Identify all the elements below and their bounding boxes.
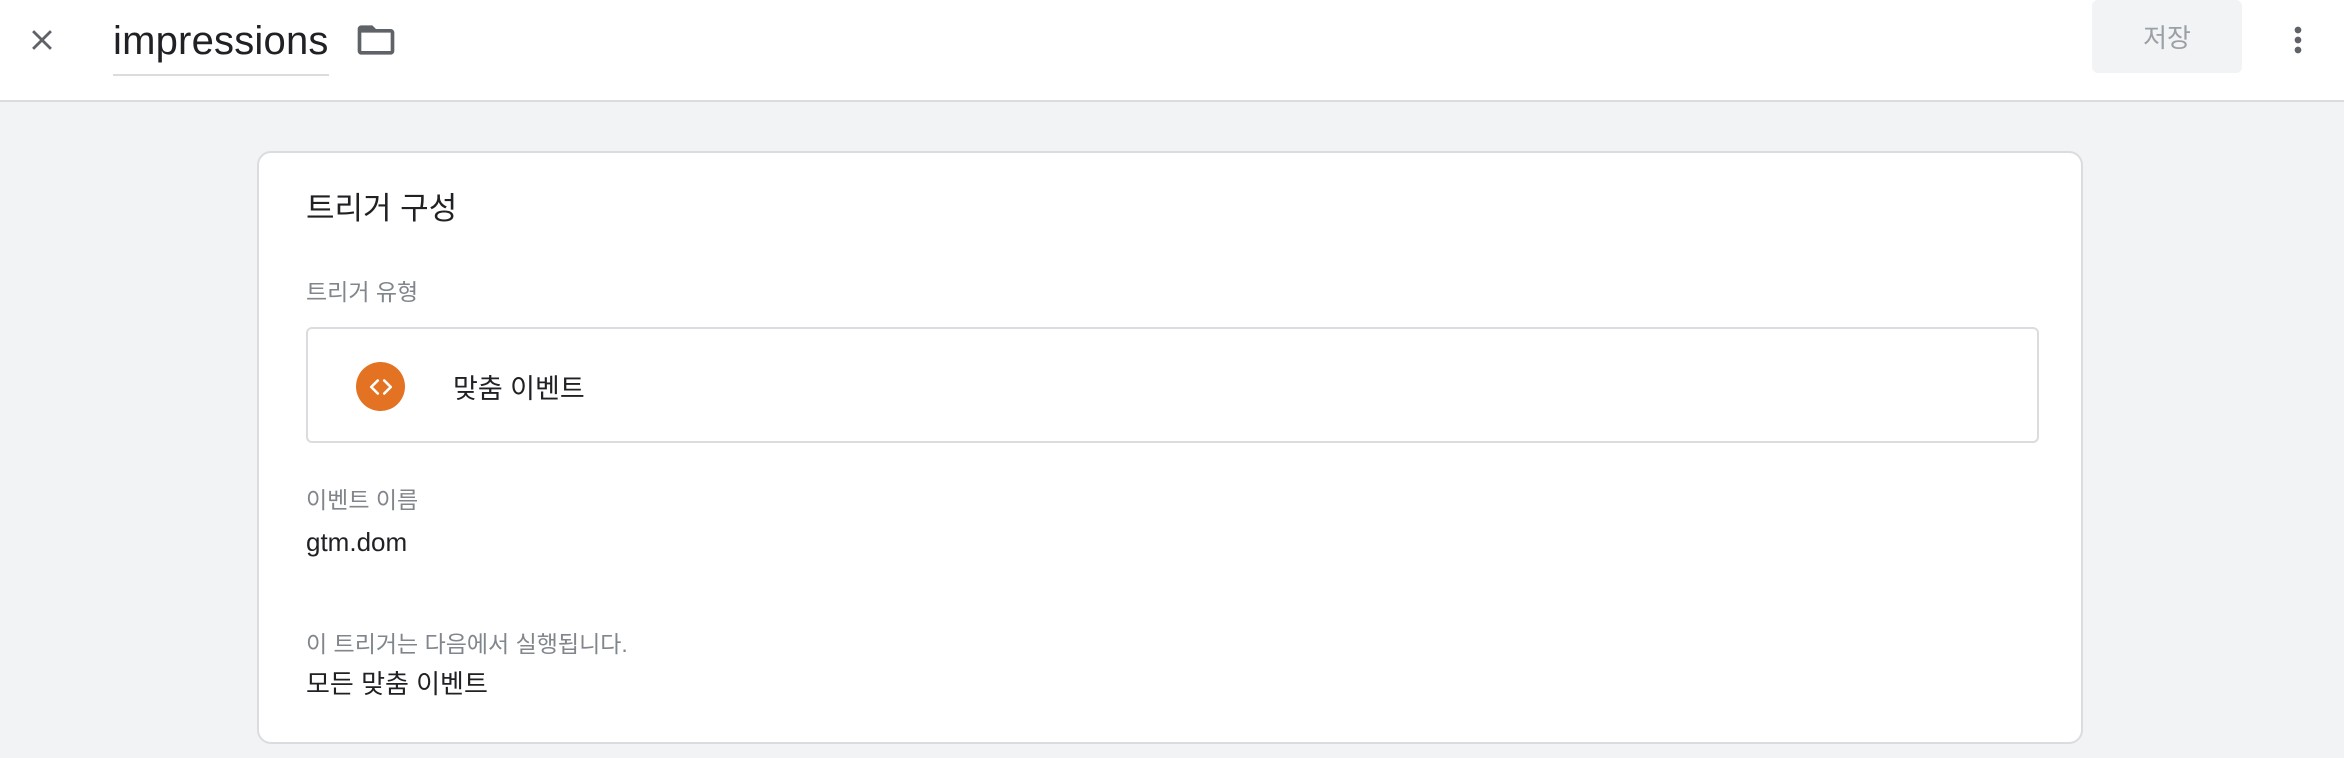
title-field[interactable]: impressions	[113, 8, 329, 76]
fires-on-value: 모든 맞춤 이벤트	[306, 669, 488, 699]
event-name-value: gtm.dom	[306, 527, 408, 557]
page-title: impressions	[113, 19, 329, 63]
trigger-type-name: 맞춤 이벤트	[453, 374, 585, 404]
trigger-type-label: 트리거 유형	[306, 279, 419, 305]
card-title: 트리거 구성	[306, 191, 458, 226]
top-bar: impressions 저장	[0, 0, 2344, 102]
code-icon	[369, 378, 392, 395]
folder-button[interactable]	[352, 16, 400, 64]
save-button[interactable]: 저장	[2092, 0, 2242, 73]
close-button[interactable]	[18, 16, 66, 64]
trigger-config-card: 트리거 구성 트리거 유형 맞춤 이벤트 이벤트 이름 gtm.dom 이 트리…	[257, 151, 2083, 744]
more-vert-icon	[2294, 26, 2302, 54]
close-icon	[32, 30, 52, 50]
folder-icon	[357, 25, 395, 55]
trigger-type-icon-badge	[356, 362, 405, 411]
event-name-label: 이벤트 이름	[306, 487, 419, 513]
trigger-type-selector[interactable]: 맞춤 이벤트	[306, 327, 2039, 443]
fires-on-label: 이 트리거는 다음에서 실행됩니다.	[306, 631, 628, 657]
more-options-button[interactable]	[2272, 14, 2324, 66]
